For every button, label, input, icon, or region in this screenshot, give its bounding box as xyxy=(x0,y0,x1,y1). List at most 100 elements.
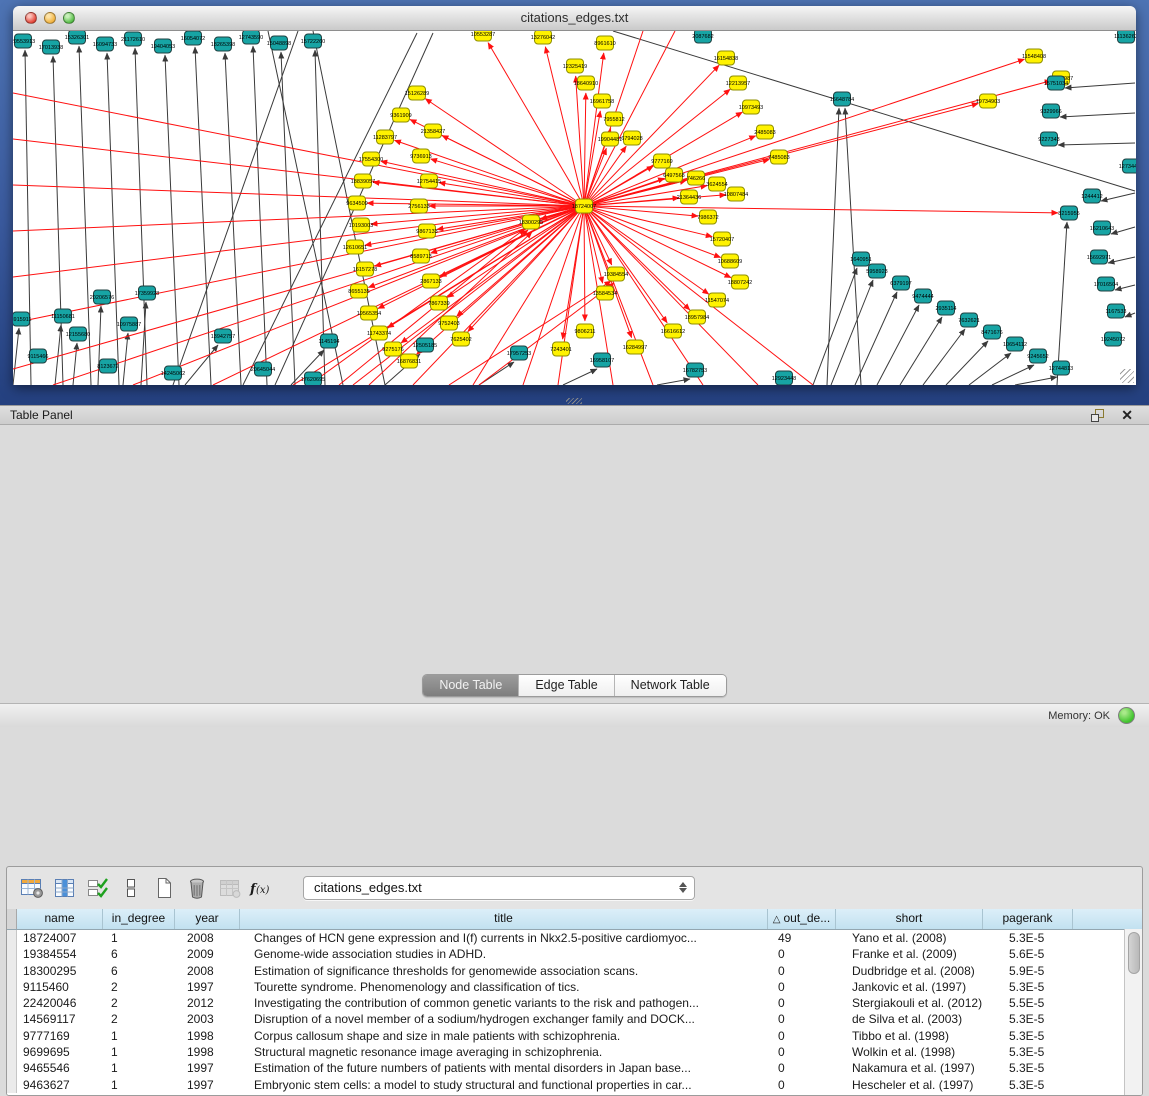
cell-name[interactable]: 19384554 xyxy=(17,946,103,962)
graph-node[interactable]: 18265398 xyxy=(211,37,235,51)
cell-pagerank[interactable]: 5.3E-5 xyxy=(983,1028,1073,1044)
tab-network-table[interactable]: Network Table xyxy=(615,675,726,696)
graph-node[interactable]: 5958923 xyxy=(866,264,887,278)
select-rows-icon[interactable] xyxy=(83,875,113,901)
table-selector-dropdown[interactable]: citations_edges.txt xyxy=(303,876,695,900)
table-row[interactable]: 1938455462009Genome-wide association stu… xyxy=(7,946,1142,962)
window-resize-grip[interactable] xyxy=(1120,369,1134,383)
graph-node[interactable]: 16616612 xyxy=(661,324,685,338)
graph-node[interactable]: 16782753 xyxy=(683,363,707,377)
graph-edge[interactable] xyxy=(1065,83,1135,88)
graph-node[interactable]: 16958107 xyxy=(590,353,614,367)
cell-short[interactable]: Dudbridge et al. (2008) xyxy=(836,963,983,979)
cell-indegree[interactable]: 1 xyxy=(103,1044,175,1060)
graph-node[interactable]: 18957984 xyxy=(685,310,709,324)
graph-node[interactable]: 17957253 xyxy=(507,346,531,360)
cell-short[interactable]: Wolkin et al. (1998) xyxy=(836,1044,983,1060)
table-settings-icon[interactable] xyxy=(17,875,47,901)
graph-node[interactable]: 10654112 xyxy=(1003,337,1027,351)
cell-short[interactable]: Nakamura et al. (1997) xyxy=(836,1060,983,1076)
graph-node[interactable]: 10193003 xyxy=(349,218,373,232)
tab-node-table[interactable]: Node Table xyxy=(423,675,519,696)
graph-edge[interactable] xyxy=(584,93,586,206)
cell-year[interactable]: 2009 xyxy=(175,946,240,962)
graph-node[interactable]: 9227343 xyxy=(1038,132,1059,146)
graph-node[interactable]: 11283797 xyxy=(373,130,397,144)
cell-outde[interactable]: 49 xyxy=(768,930,836,946)
cell-year[interactable]: 2012 xyxy=(175,995,240,1011)
graph-node[interactable]: 8471676 xyxy=(981,325,1002,339)
cell-short[interactable]: Franke et al. (2009) xyxy=(836,946,983,962)
table-row[interactable]: 1830029562008Estimation of significance … xyxy=(7,963,1142,979)
graph-node[interactable]: 9806211 xyxy=(574,324,595,338)
vertical-scrollbar[interactable] xyxy=(1124,929,1142,1095)
scrollbar-thumb[interactable] xyxy=(1128,932,1140,974)
cell-short[interactable]: de Silva et al. (2003) xyxy=(836,1011,983,1027)
graph-edge[interactable] xyxy=(855,292,897,385)
table-row[interactable]: 911546021997Tourette syndrome. Phenomeno… xyxy=(7,979,1142,995)
cell-short[interactable]: Hescheler et al. (1997) xyxy=(836,1077,983,1093)
tab-edge-table[interactable]: Edge Table xyxy=(519,675,614,696)
graph-node[interactable]: 15692971 xyxy=(1087,250,1111,264)
graph-edge[interactable] xyxy=(13,206,584,277)
graph-node[interactable]: 11548408 xyxy=(1022,49,1046,63)
cell-pagerank[interactable]: 5.5E-5 xyxy=(983,995,1073,1011)
graph-node[interactable]: 18640910 xyxy=(574,76,598,90)
cell-title[interactable]: Estimation of significance thresholds fo… xyxy=(240,963,768,979)
network-window[interactable]: citations_edges.txt 18724007161548381221… xyxy=(13,6,1136,385)
graph-node[interactable]: 9777169 xyxy=(651,154,672,168)
graph-edge[interactable] xyxy=(55,325,61,385)
cell-pagerank[interactable]: 5.6E-5 xyxy=(983,946,1073,962)
cell-outde[interactable]: 0 xyxy=(768,1060,836,1076)
cell-indegree[interactable]: 6 xyxy=(103,946,175,962)
graph-edge[interactable] xyxy=(1111,227,1135,234)
graph-node[interactable]: 9736913 xyxy=(410,149,431,163)
graph-edge[interactable] xyxy=(1108,257,1135,263)
memory-ok-indicator-icon[interactable] xyxy=(1118,707,1135,724)
cell-title[interactable]: Investigating the contribution of common… xyxy=(240,995,768,1011)
graph-node[interactable]: 1145194 xyxy=(318,334,339,348)
graph-node[interactable]: 9867133 xyxy=(416,224,437,238)
cell-year[interactable]: 1997 xyxy=(175,1060,240,1076)
graph-node[interactable]: 11150681 xyxy=(51,309,75,323)
table-row[interactable]: 977716911998Corpus callosum shape and si… xyxy=(7,1028,1142,1044)
graph-node[interactable]: 11547074 xyxy=(705,293,729,307)
cell-pagerank[interactable]: 5.3E-5 xyxy=(983,930,1073,946)
cell-outde[interactable]: 0 xyxy=(768,1077,836,1093)
cell-year[interactable]: 1998 xyxy=(175,1028,240,1044)
graph-node[interactable]: 7986372 xyxy=(697,210,718,224)
graph-edge[interactable] xyxy=(657,379,690,385)
cell-year[interactable]: 2003 xyxy=(175,1011,240,1027)
graph-edge[interactable] xyxy=(439,183,584,206)
graph-node[interactable]: 15048898 xyxy=(267,36,291,50)
column-header-pagerank[interactable]: pagerank xyxy=(983,909,1073,929)
graph-node[interactable]: 20645044 xyxy=(251,362,275,376)
cell-year[interactable]: 1997 xyxy=(175,1077,240,1093)
graph-node[interactable]: 19734903 xyxy=(976,94,1000,108)
graph-node[interactable]: 2756133 xyxy=(408,199,429,213)
cell-indegree[interactable]: 1 xyxy=(103,930,175,946)
graph-edge[interactable] xyxy=(107,53,119,385)
graph-node[interactable]: 13584534 xyxy=(593,286,617,300)
graph-edge[interactable] xyxy=(98,306,101,385)
column-header-short[interactable]: short xyxy=(836,909,983,929)
cell-title[interactable]: Tourette syndrome. Phenomenology and cla… xyxy=(240,979,768,995)
graph-node[interactable]: 1244412 xyxy=(1081,189,1102,203)
graph-edge[interactable] xyxy=(123,333,128,385)
split-pane-divider-grip[interactable] xyxy=(566,398,582,404)
graph-edge[interactable] xyxy=(946,341,988,385)
graph-edge[interactable] xyxy=(135,48,147,385)
graph-node[interactable]: 9245652 xyxy=(1027,349,1048,363)
graph-edge[interactable] xyxy=(992,365,1034,385)
graph-node[interactable]: 7867339 xyxy=(428,296,449,310)
graph-node[interactable]: 17016504 xyxy=(1094,277,1118,291)
graph-edge[interactable] xyxy=(442,135,584,206)
graph-node[interactable]: 9275176 xyxy=(382,342,403,356)
graph-node[interactable]: 2867133 xyxy=(420,274,441,288)
graph-edge[interactable] xyxy=(13,328,19,385)
graph-node[interactable]: 13942757 xyxy=(211,329,235,343)
graph-node[interactable]: 10688609 xyxy=(718,254,742,268)
cell-indegree[interactable]: 2 xyxy=(103,979,175,995)
cell-indegree[interactable]: 1 xyxy=(103,1077,175,1093)
table-row[interactable]: 1872400712008Changes of HCN gene express… xyxy=(7,930,1142,946)
